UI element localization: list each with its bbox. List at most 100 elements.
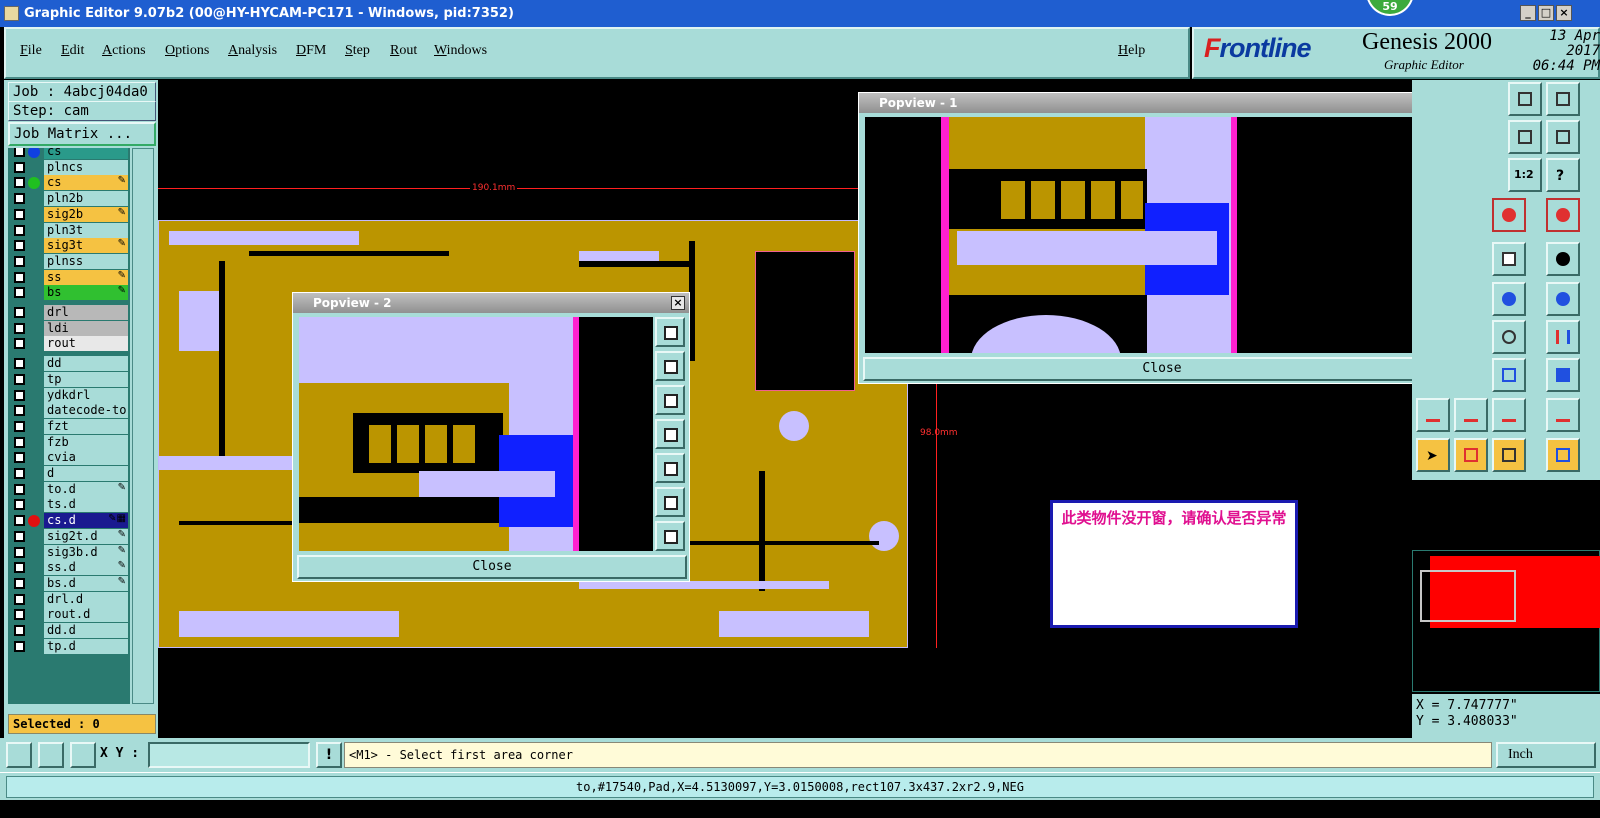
- layer-row-tp.d[interactable]: tp.d: [8, 638, 130, 654]
- layer-row-sig3t[interactable]: sig3t ✎: [8, 238, 130, 254]
- layer-checkbox[interactable]: [14, 208, 25, 220]
- layer-name[interactable]: plnss: [44, 253, 128, 269]
- line-width-icon[interactable]: [1492, 358, 1526, 392]
- select-net-icon[interactable]: [1492, 438, 1526, 472]
- popview-2-zoom-icon[interactable]: [655, 317, 685, 347]
- menu-dfm[interactable]: DFM: [296, 43, 326, 59]
- layer-row-bs.d[interactable]: bs.d ✎: [8, 575, 130, 591]
- triangle-4-icon[interactable]: [1546, 398, 1580, 432]
- layer-name[interactable]: rout.d: [44, 607, 128, 623]
- layer-name[interactable]: cs: [44, 175, 128, 191]
- grid-mode-icon[interactable]: [70, 742, 96, 768]
- layer-name[interactable]: cvia: [44, 450, 128, 466]
- layer-row-bs[interactable]: bs ✎: [8, 285, 130, 301]
- menu-help[interactable]: Help: [1118, 43, 1145, 59]
- layer-row-ydkdrl[interactable]: ydkdrl: [8, 387, 130, 403]
- menu-analysis[interactable]: Analysis: [228, 43, 277, 59]
- layer-checkbox[interactable]: [14, 240, 25, 252]
- layer-name[interactable]: pln3t: [44, 222, 128, 238]
- select-arrow-icon[interactable]: ➤: [1416, 438, 1450, 472]
- layer-checkbox[interactable]: [14, 468, 25, 479]
- popview-1-window[interactable]: Popview - 1 × Close: [858, 92, 1464, 384]
- layer-row-d[interactable]: d: [8, 466, 130, 481]
- layer-row-datecode-to[interactable]: datecode-to: [8, 403, 130, 419]
- layer-checkbox[interactable]: [14, 546, 25, 558]
- select-connected-icon[interactable]: [1546, 438, 1580, 472]
- layer-checkbox[interactable]: [14, 322, 25, 334]
- popview-2-close-icon[interactable]: ×: [671, 296, 685, 310]
- popview-2-pan-left-icon[interactable]: [655, 419, 685, 449]
- help-icon[interactable]: ?: [1546, 158, 1580, 192]
- layer-name[interactable]: datecode-to: [44, 403, 128, 419]
- layer-checkbox[interactable]: [14, 255, 25, 267]
- snap-icon[interactable]: [1508, 120, 1542, 154]
- layer-name[interactable]: ldi: [44, 320, 128, 336]
- select-box-icon[interactable]: [1454, 438, 1488, 472]
- layer-checkbox[interactable]: [14, 625, 25, 636]
- layer-row-cs.d[interactable]: cs.d ✎▦: [8, 513, 130, 529]
- layer-row-plncs[interactable]: plncs: [8, 159, 130, 175]
- triangle-1-icon[interactable]: [1416, 398, 1450, 432]
- traffic-light-icon[interactable]: [1492, 198, 1526, 232]
- layer-row-rout.d[interactable]: rout.d: [8, 607, 130, 623]
- rotate-icon[interactable]: [1492, 320, 1526, 354]
- menu-actions[interactable]: Actions: [102, 43, 146, 59]
- layer-row-cvia[interactable]: cvia: [8, 450, 130, 466]
- menu-file[interactable]: File: [20, 43, 42, 59]
- layer-row-ldi[interactable]: ldi: [8, 320, 130, 336]
- popview-2-pan-down-icon[interactable]: [655, 385, 685, 415]
- layer-name[interactable]: ydkdrl: [44, 387, 128, 403]
- layer-name[interactable]: sig2b: [44, 206, 128, 222]
- popview-2-pan-right-icon[interactable]: [655, 453, 685, 483]
- layer-checkbox[interactable]: [14, 271, 25, 283]
- layer-row-rout[interactable]: rout: [8, 336, 130, 352]
- popview-2-close-button[interactable]: Close: [297, 555, 687, 579]
- layer-row-pln2b[interactable]: pln2b: [8, 191, 130, 207]
- zoom-window-icon[interactable]: [1546, 82, 1580, 116]
- step-icon[interactable]: [1546, 120, 1580, 154]
- layer-row-cs[interactable]: cs: [8, 148, 130, 159]
- layer-checkbox[interactable]: [14, 224, 25, 236]
- layer-name[interactable]: ss: [44, 269, 128, 285]
- layer-row-ss[interactable]: ss ✎: [8, 269, 130, 285]
- job-matrix-button[interactable]: Job Matrix ...: [8, 122, 156, 146]
- layer-row-sig2b[interactable]: sig2b ✎: [8, 206, 130, 222]
- layer-name[interactable]: dd.d: [44, 623, 128, 638]
- circle-icon[interactable]: [1546, 242, 1580, 276]
- layer-name[interactable]: sig3b.d: [44, 544, 128, 560]
- layer-checkbox[interactable]: [14, 161, 25, 173]
- layer-name[interactable]: d: [44, 466, 128, 481]
- layer-row-drl[interactable]: drl: [8, 305, 130, 320]
- layer-scrollbar[interactable]: [132, 148, 154, 704]
- menu-rout[interactable]: Rout: [390, 43, 417, 59]
- layer-checkbox[interactable]: [14, 530, 25, 542]
- home-icon[interactable]: [1508, 82, 1542, 116]
- layer-checkbox[interactable]: [14, 148, 25, 157]
- layer-row-ss.d[interactable]: ss.d ✎: [8, 560, 130, 576]
- layer-row-fzb[interactable]: fzb: [8, 434, 130, 450]
- layer-checkbox[interactable]: [14, 640, 25, 652]
- layer-row-ts.d[interactable]: ts.d: [8, 497, 130, 513]
- layer-row-drl.d[interactable]: drl.d: [8, 591, 130, 607]
- popview-2-pan-up-icon[interactable]: [655, 351, 685, 381]
- popview-2-window[interactable]: Popview - 2 × Close: [292, 292, 690, 582]
- layer-row-pln3t[interactable]: pln3t: [8, 222, 130, 238]
- layer-checkbox[interactable]: [14, 177, 25, 189]
- popview-2-reset-icon[interactable]: [655, 521, 685, 551]
- layer-checkbox[interactable]: [14, 593, 25, 605]
- align-icon[interactable]: [1546, 320, 1580, 354]
- layer-name[interactable]: tp.d: [44, 638, 128, 654]
- minimap[interactable]: [1412, 480, 1600, 694]
- measure-icon[interactable]: [1492, 282, 1526, 316]
- layer-checkbox[interactable]: [14, 483, 25, 495]
- layer-row-dd[interactable]: dd: [8, 356, 130, 372]
- menu-step[interactable]: Step: [345, 43, 370, 59]
- layer-checkbox[interactable]: [14, 436, 25, 448]
- layer-name[interactable]: plncs: [44, 159, 128, 175]
- triangle-3-icon[interactable]: [1492, 398, 1526, 432]
- layer-row-plnss[interactable]: plnss: [8, 253, 130, 269]
- layer-name[interactable]: rout: [44, 336, 128, 352]
- layer-row-sig2t.d[interactable]: sig2t.d ✎: [8, 528, 130, 544]
- shapes-icon[interactable]: [1546, 358, 1580, 392]
- menu-options[interactable]: Options: [165, 43, 209, 59]
